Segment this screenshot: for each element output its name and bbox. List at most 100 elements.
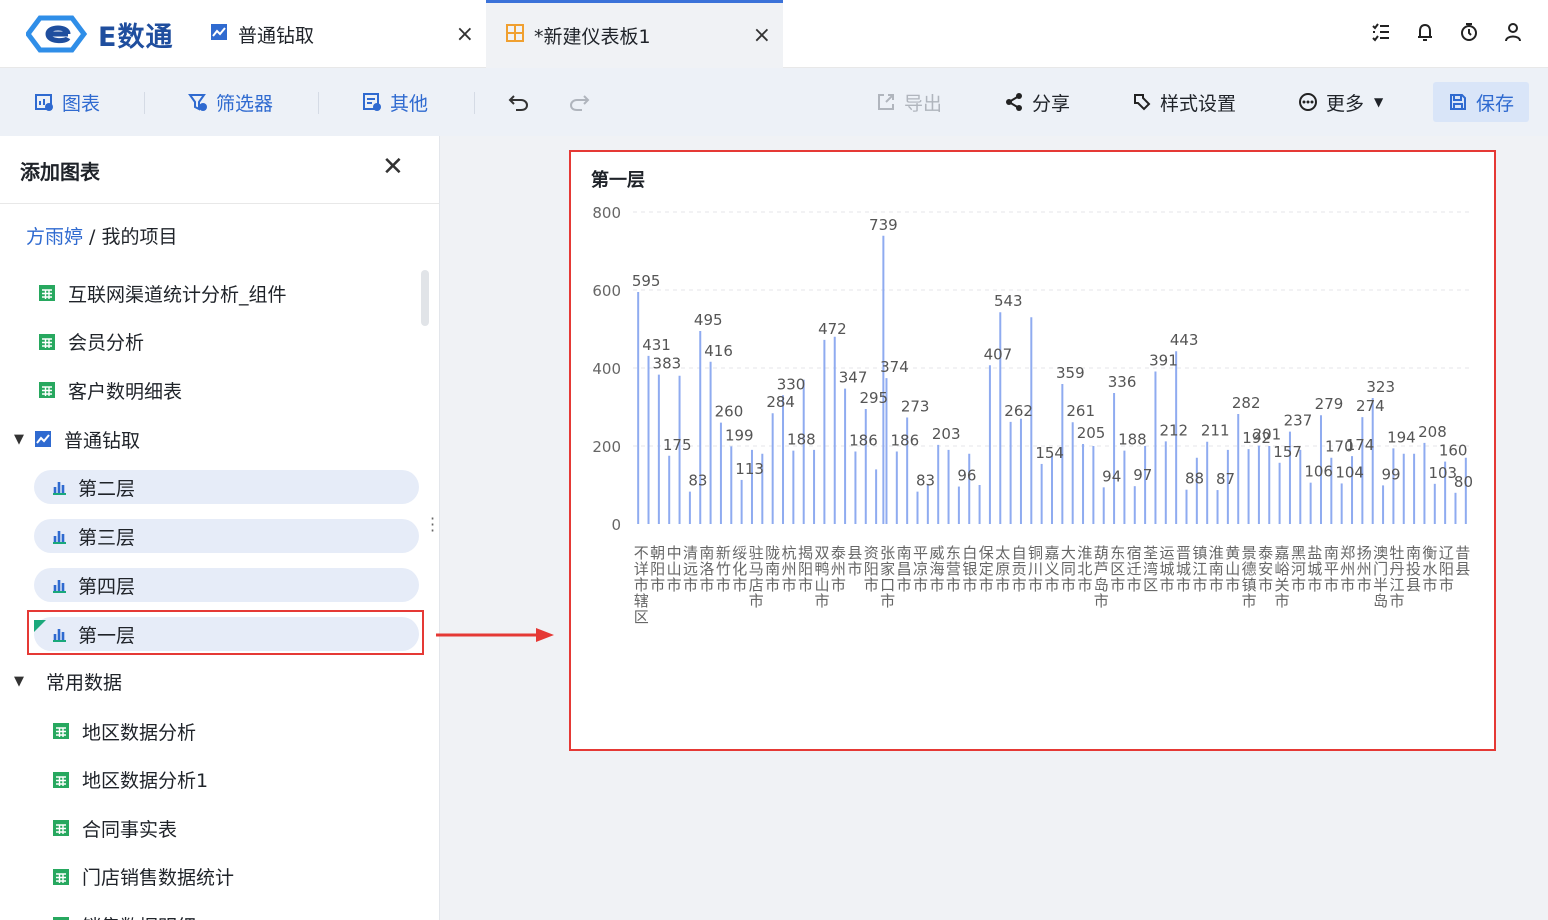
- chart-list-item[interactable]: 第三层: [34, 519, 419, 553]
- expand-icon[interactable]: ▼: [14, 674, 24, 689]
- data-label: 188: [787, 431, 816, 449]
- list-item[interactable]: 客户数明细表: [38, 373, 182, 407]
- data-label: 174: [1346, 436, 1375, 454]
- x-tick-label: 市: [1275, 592, 1290, 610]
- breadcrumb-user[interactable]: 方雨婷: [26, 226, 83, 248]
- x-tick-label: 市: [913, 576, 928, 594]
- tree-item-label: 第三层: [78, 526, 136, 549]
- top-bar: E数通 普通钻取 × *新建仪表板1 ×: [0, 0, 1548, 68]
- bell-icon[interactable]: [1414, 20, 1436, 44]
- tree-item-label: 合同事实表: [82, 818, 178, 841]
- y-tick-label: 0: [611, 516, 621, 534]
- x-tick-label: 市: [1061, 576, 1076, 594]
- data-label: 416: [704, 342, 733, 360]
- add-other-button[interactable]: 其他: [362, 68, 428, 136]
- tab-label: 普通钻取: [238, 24, 315, 47]
- x-tick-label: 市: [1209, 576, 1224, 594]
- list-item[interactable]: 门店销售数据统计: [52, 860, 234, 894]
- tree-item-label: 会员分析: [68, 332, 145, 354]
- chart-list-item[interactable]: 第二层: [34, 470, 419, 504]
- resize-handle[interactable]: · · ·: [430, 511, 435, 539]
- x-tick-label: 市: [946, 576, 961, 594]
- data-label: 87: [1216, 470, 1235, 488]
- tree-item-label: 地区数据分析: [82, 721, 197, 744]
- list-item[interactable]: 互联网渠道统计分析_组件: [38, 276, 287, 310]
- bar-chart-icon: [50, 576, 68, 594]
- timer-icon[interactable]: [1458, 20, 1480, 44]
- x-tick-label: 市: [897, 576, 912, 594]
- add-chart-button[interactable]: 图表: [34, 68, 100, 136]
- x-tick-label: 县: [1455, 560, 1470, 578]
- toolbar: 图表 筛选器 其他 导出 分享 样式设置 更多 ▼: [0, 68, 1548, 136]
- chart-widget[interactable]: 第一层 0 200 400 600 800 595 431 383 175 83 495 416 260…: [569, 150, 1496, 751]
- share-button[interactable]: 分享: [1004, 68, 1070, 136]
- app-logo[interactable]: E数通: [26, 14, 173, 54]
- bar-chart-icon: [50, 478, 68, 496]
- task-list-icon[interactable]: [1370, 20, 1392, 44]
- tab-dashboard[interactable]: *新建仪表板1 ×: [486, 0, 783, 68]
- redo-button[interactable]: [568, 68, 598, 136]
- x-tick-label: 市: [1225, 576, 1240, 594]
- x-tick-label: 市: [864, 576, 879, 594]
- folder-drill[interactable]: ▼ 普通钻取: [14, 422, 140, 456]
- data-label: 211: [1201, 422, 1230, 440]
- table-icon: [38, 381, 56, 399]
- x-tick-label: 市: [1160, 576, 1175, 594]
- bar-chart: 0 200 400 600 800 595 431383 175 83 495 416 260 199 1…: [592, 204, 1473, 626]
- tab-close-icon[interactable]: ×: [456, 22, 474, 47]
- list-item[interactable]: 地区数据分析1: [52, 763, 208, 797]
- x-tick-label: 市: [847, 560, 862, 578]
- x-tick-label: 市: [699, 576, 714, 594]
- arrow-icon: [436, 628, 554, 642]
- add-chart-panel: 添加图表 ✕ 方雨婷 / 我的项目 · · · 互联网渠道统计分析_组件 会员分析 客户…: [0, 136, 440, 920]
- close-icon[interactable]: ✕: [382, 152, 404, 182]
- x-tick-label: 市: [1192, 576, 1207, 594]
- chart-list-item[interactable]: 第四层: [34, 568, 419, 602]
- x-tick-label: 市: [1110, 576, 1125, 594]
- data-label: 295: [859, 389, 888, 407]
- tree-item-label: 客户数明细表: [68, 380, 183, 403]
- x-tick-label: 市: [1012, 576, 1027, 594]
- folder-common[interactable]: ▼ 常用数据: [14, 664, 122, 698]
- chart-add-icon: [34, 92, 54, 112]
- x-tick-label: 市: [1077, 576, 1092, 594]
- bar-chart-icon: [50, 527, 68, 545]
- add-filter-button[interactable]: 筛选器: [188, 68, 273, 136]
- line-chart-icon: [34, 430, 52, 448]
- data-label: 279: [1315, 395, 1344, 413]
- y-tick-label: 600: [592, 282, 621, 300]
- data-label: 282: [1232, 394, 1261, 412]
- list-item[interactable]: 会员分析: [38, 325, 144, 359]
- undo-button[interactable]: [508, 68, 538, 136]
- other-add-icon: [362, 92, 382, 112]
- data-label: 188: [1118, 431, 1147, 449]
- data-label: 374: [880, 358, 909, 376]
- x-tick-label: 市: [732, 576, 747, 594]
- more-button[interactable]: 更多 ▼: [1298, 68, 1383, 136]
- list-item[interactable]: 地区数据分析: [52, 714, 196, 748]
- data-label: 113: [735, 460, 764, 478]
- data-label: 260: [715, 403, 744, 421]
- tab-drill[interactable]: 普通钻取 ×: [196, 0, 486, 68]
- logo-text: E数通: [98, 21, 174, 53]
- tree-item-label: 地区数据分析1: [82, 770, 209, 792]
- logo-icon: [26, 15, 88, 53]
- expand-icon[interactable]: ▼: [14, 432, 24, 447]
- style-settings-button[interactable]: 样式设置: [1132, 68, 1236, 136]
- list-item[interactable]: 合同事实表: [52, 811, 177, 845]
- data-label: 330: [777, 375, 806, 393]
- export-button[interactable]: 导出: [876, 68, 942, 136]
- x-tick-label: 市: [979, 576, 994, 594]
- save-button[interactable]: 保存: [1433, 82, 1529, 122]
- data-label: 284: [766, 393, 795, 411]
- data-label: 347: [839, 369, 868, 387]
- x-tick-label: 市: [1127, 576, 1142, 594]
- data-label: 237: [1284, 412, 1313, 430]
- data-label: 495: [694, 311, 723, 329]
- more-label: 更多: [1326, 92, 1365, 115]
- tab-close-icon[interactable]: ×: [753, 23, 771, 48]
- scrollbar[interactable]: [421, 270, 429, 326]
- user-icon[interactable]: [1502, 20, 1524, 44]
- x-tick-label: 市: [667, 576, 682, 594]
- list-item[interactable]: 销售数据明细: [52, 908, 196, 920]
